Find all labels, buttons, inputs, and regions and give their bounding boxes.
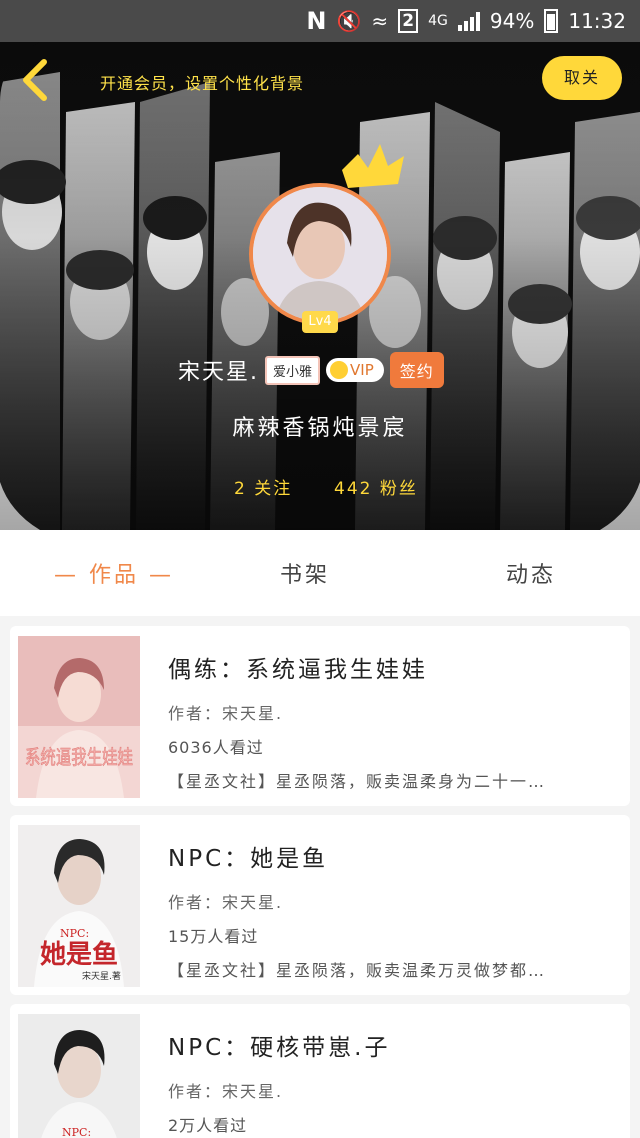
- book-cover: 系统逼我生娃娃: [18, 636, 140, 798]
- book-views: 2万人看过: [168, 1116, 248, 1135]
- nickname: 宋天星.: [178, 360, 259, 385]
- network-type: 4G: [428, 13, 448, 29]
- book-title: 偶练：系统逼我生娃娃: [168, 657, 428, 683]
- svg-text:NPC:: NPC:: [62, 1126, 91, 1138]
- book-card[interactable]: 系统逼我生娃娃 偶练：系统逼我生娃娃 作者：宋天星. 6036人看过 【星丞文社…: [10, 626, 630, 806]
- book-cover: NPC: 她是鱼 宋天星.著: [18, 825, 140, 987]
- avatar-image: [253, 187, 387, 321]
- signal-icon: [457, 11, 480, 31]
- followers-count[interactable]: 442 粉丝: [334, 474, 418, 499]
- network-indicator: N: [306, 7, 327, 35]
- battery-icon: [544, 9, 559, 33]
- book-author: 作者：宋天星.: [168, 704, 284, 723]
- vip-coin-icon: [330, 361, 349, 379]
- vip-label: VIP: [350, 361, 374, 379]
- book-author: 作者：宋天星.: [168, 893, 284, 912]
- book-title: NPC：硬核带崽.子: [168, 1035, 391, 1061]
- profile-signature: 麻辣香锅炖景宸: [232, 416, 408, 441]
- book-desc: 【星丞文社】星丞陨落，贩卖温柔万灵做梦都…: [168, 961, 547, 980]
- crown-icon: [342, 144, 404, 188]
- level-badge: Lv4: [302, 311, 338, 333]
- signed-badge[interactable]: 签约: [389, 352, 444, 388]
- clock: 11:32: [568, 9, 626, 33]
- works-list: 系统逼我生娃娃 偶练：系统逼我生娃娃 作者：宋天星. 6036人看过 【星丞文社…: [10, 626, 630, 1138]
- profile-name-row: 宋天星. 爱小雅 VIP 签约: [178, 352, 444, 388]
- unfollow-button[interactable]: 取关: [542, 56, 622, 100]
- svg-text:NPC:: NPC:: [60, 927, 89, 940]
- following-count[interactable]: 2 关注: [234, 474, 292, 499]
- book-desc: 【星丞文社】星丞陨落，贩卖温柔身为二十一…: [168, 772, 547, 791]
- book-views: 6036人看过: [168, 738, 264, 757]
- mute-icon: 🔇: [336, 9, 362, 33]
- book-views: 15万人看过: [168, 927, 259, 946]
- profile-tabs: — 作品 — 书架 动态: [0, 530, 640, 616]
- tab-works[interactable]: — 作品 —: [0, 530, 221, 616]
- book-author: 作者：宋天星.: [168, 1082, 284, 1101]
- avatar[interactable]: [249, 183, 391, 325]
- battery-text: 94%: [489, 9, 535, 33]
- book-card[interactable]: NPC: 她是鱼 宋天星.著 NPC：她是鱼 作者：宋天星. 15万人看过 【星…: [10, 815, 630, 995]
- svg-text:系统逼我生娃娃: 系统逼我生娃娃: [25, 745, 133, 769]
- status-bar: N 🔇 ≈ 2 4G 94% 11:32: [0, 0, 640, 42]
- tab-activity[interactable]: 动态: [389, 530, 640, 616]
- back-arrow-icon[interactable]: [18, 58, 52, 102]
- tab-bookshelf[interactable]: 书架: [221, 530, 388, 616]
- book-card[interactable]: NPC: 硬核 NPC：硬核带崽.子 作者：宋天星. 2万人看过: [10, 1004, 630, 1138]
- book-title: NPC：她是鱼: [168, 846, 329, 872]
- sim-badge: 2: [398, 9, 419, 33]
- vip-background-tip[interactable]: 开通会员，设置个性化背景: [100, 70, 304, 94]
- book-cover: NPC: 硬核: [18, 1014, 140, 1138]
- svg-text:她是鱼: 她是鱼: [40, 940, 118, 970]
- svg-text:宋天星.著: 宋天星.著: [82, 970, 121, 982]
- fan-tag: 爱小雅: [265, 355, 321, 385]
- wifi-icon: ≈: [371, 9, 389, 33]
- vip-badge[interactable]: VIP: [326, 358, 384, 382]
